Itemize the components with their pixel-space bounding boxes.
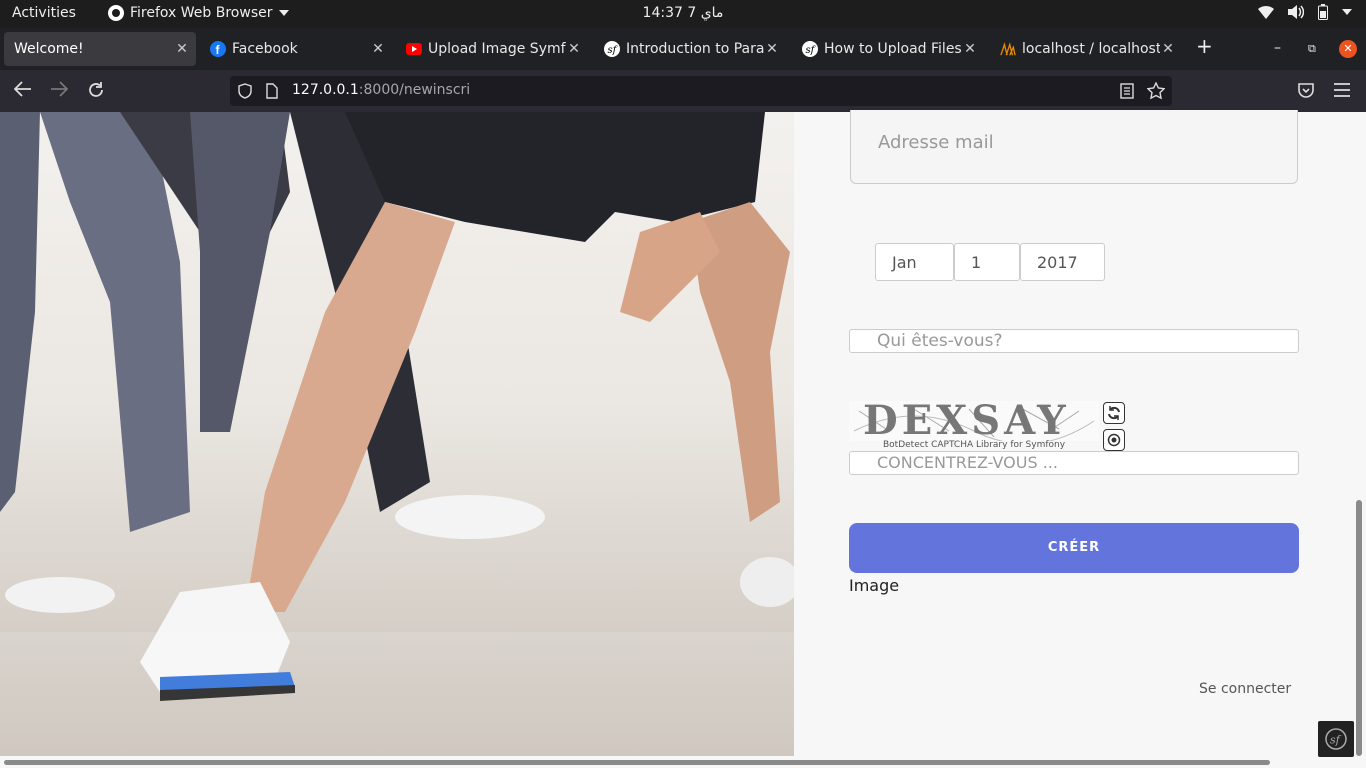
page-icon[interactable] bbox=[266, 83, 278, 99]
tab-title: Welcome! bbox=[14, 41, 84, 57]
tab-title: Facebook bbox=[232, 41, 298, 57]
reader-view-icon[interactable] bbox=[1120, 83, 1134, 99]
birth-day-select[interactable]: 1 bbox=[954, 243, 1020, 281]
email-placeholder: Adresse mail bbox=[878, 132, 994, 153]
captcha-input[interactable]: CONCENTREZ-VOUS ... bbox=[849, 451, 1299, 475]
arrow-right-icon bbox=[51, 81, 69, 97]
captcha-reload-button[interactable] bbox=[1103, 402, 1125, 424]
close-window-button[interactable]: ✕ bbox=[1339, 40, 1357, 58]
close-tab-icon[interactable]: ✕ bbox=[566, 41, 582, 57]
symfony-toolbar-toggle[interactable]: sf bbox=[1318, 721, 1354, 757]
page-content: Adresse mail Jan 1 2017 Qui êtes-vous? D… bbox=[0, 110, 1366, 768]
volume-icon bbox=[1288, 5, 1304, 19]
url-text[interactable]: 127.0.0.1:8000/newinscri bbox=[292, 82, 470, 98]
tab-title: How to Upload Files ( bbox=[824, 41, 962, 57]
tab-title: Introduction to Parameters bbox=[626, 41, 764, 57]
close-tab-icon[interactable]: ✕ bbox=[1160, 41, 1176, 57]
wifi-icon bbox=[1258, 6, 1274, 19]
captcha-input-placeholder: CONCENTREZ-VOUS ... bbox=[877, 453, 1058, 472]
facebook-icon: f bbox=[210, 41, 226, 57]
system-top-bar: Activities Firefox Web Browser 14:37 7 م… bbox=[0, 0, 1366, 28]
minimize-button[interactable]: – bbox=[1274, 40, 1281, 56]
create-button[interactable]: CRÉER bbox=[849, 523, 1299, 573]
reload-icon bbox=[1108, 406, 1120, 420]
system-tray[interactable] bbox=[1258, 4, 1352, 20]
birth-month-select[interactable]: Jan bbox=[875, 243, 954, 281]
pocket-icon[interactable] bbox=[1297, 82, 1315, 100]
reload-button[interactable] bbox=[87, 81, 105, 103]
symfony-icon: sf bbox=[802, 41, 818, 57]
close-tab-icon[interactable]: ✕ bbox=[370, 41, 386, 57]
new-tab-button[interactable]: + bbox=[1196, 36, 1213, 56]
youtube-icon bbox=[406, 41, 422, 57]
tab-phpmyadmin[interactable]: localhost / localhost / ✕ bbox=[990, 32, 1182, 66]
tab-title: localhost / localhost / bbox=[1022, 41, 1160, 57]
login-link[interactable]: Se connecter bbox=[1199, 681, 1291, 697]
chevron-down-icon bbox=[1342, 9, 1352, 15]
navigation-bar: 127.0.0.1:8000/newinscri bbox=[0, 70, 1366, 112]
image-label: Image bbox=[849, 576, 900, 595]
captcha-audio-button[interactable] bbox=[1103, 429, 1125, 451]
tab-facebook[interactable]: f Facebook ✕ bbox=[200, 32, 392, 66]
clock[interactable]: 14:37 7 ماي bbox=[0, 5, 1366, 21]
who-placeholder: Qui êtes-vous? bbox=[877, 331, 1003, 351]
vertical-scrollbar[interactable] bbox=[1356, 500, 1362, 756]
maximize-button[interactable]: ⧉ bbox=[1308, 42, 1316, 56]
close-tab-icon[interactable]: ✕ bbox=[764, 41, 780, 57]
url-path: :8000/newinscri bbox=[358, 82, 471, 98]
symfony-icon: sf bbox=[604, 41, 620, 57]
close-tab-icon[interactable]: ✕ bbox=[174, 41, 190, 57]
reload-icon bbox=[89, 82, 103, 97]
bookmark-star-icon[interactable] bbox=[1147, 82, 1165, 100]
captcha-code: DEXSAY bbox=[863, 397, 1070, 444]
tab-symfony-params[interactable]: sf Introduction to Parameters ✕ bbox=[594, 32, 786, 66]
speaker-icon bbox=[1107, 433, 1121, 447]
who-are-you-field[interactable]: Qui êtes-vous? bbox=[849, 329, 1299, 353]
arrow-left-icon bbox=[13, 81, 31, 97]
fitness-people-image bbox=[0, 112, 794, 756]
hamburger-menu-icon[interactable] bbox=[1334, 83, 1350, 97]
captcha-library-label: BotDetect CAPTCHA Library for Symfony bbox=[883, 440, 1066, 450]
hero-photo bbox=[0, 112, 794, 756]
tab-strip: Welcome! ✕ f Facebook ✕ Upload Image Sym… bbox=[0, 28, 1366, 70]
birth-year-select[interactable]: 2017 bbox=[1020, 243, 1105, 281]
url-bar[interactable]: 127.0.0.1:8000/newinscri bbox=[230, 76, 1172, 106]
phpmyadmin-icon bbox=[1000, 41, 1016, 57]
back-button[interactable] bbox=[13, 81, 32, 101]
tab-symfony-upload[interactable]: sf How to Upload Files ( ✕ bbox=[792, 32, 984, 66]
symfony-icon: sf bbox=[1325, 728, 1347, 750]
horizontal-scrollbar[interactable] bbox=[4, 760, 1270, 765]
tab-title: Upload Image Symfony bbox=[428, 41, 566, 57]
svg-text:sf: sf bbox=[1330, 734, 1342, 747]
tab-youtube[interactable]: Upload Image Symfony ✕ bbox=[396, 32, 588, 66]
shield-icon[interactable] bbox=[238, 83, 252, 99]
tab-welcome[interactable]: Welcome! ✕ bbox=[4, 32, 196, 66]
forward-button[interactable] bbox=[50, 81, 69, 101]
email-field[interactable]: Adresse mail bbox=[850, 110, 1298, 184]
captcha-image: DEXSAY BotDetect CAPTCHA Library for Sym… bbox=[849, 397, 1099, 450]
url-host: 127.0.0.1 bbox=[292, 82, 359, 98]
close-tab-icon[interactable]: ✕ bbox=[962, 41, 978, 57]
battery-icon bbox=[1318, 4, 1328, 20]
